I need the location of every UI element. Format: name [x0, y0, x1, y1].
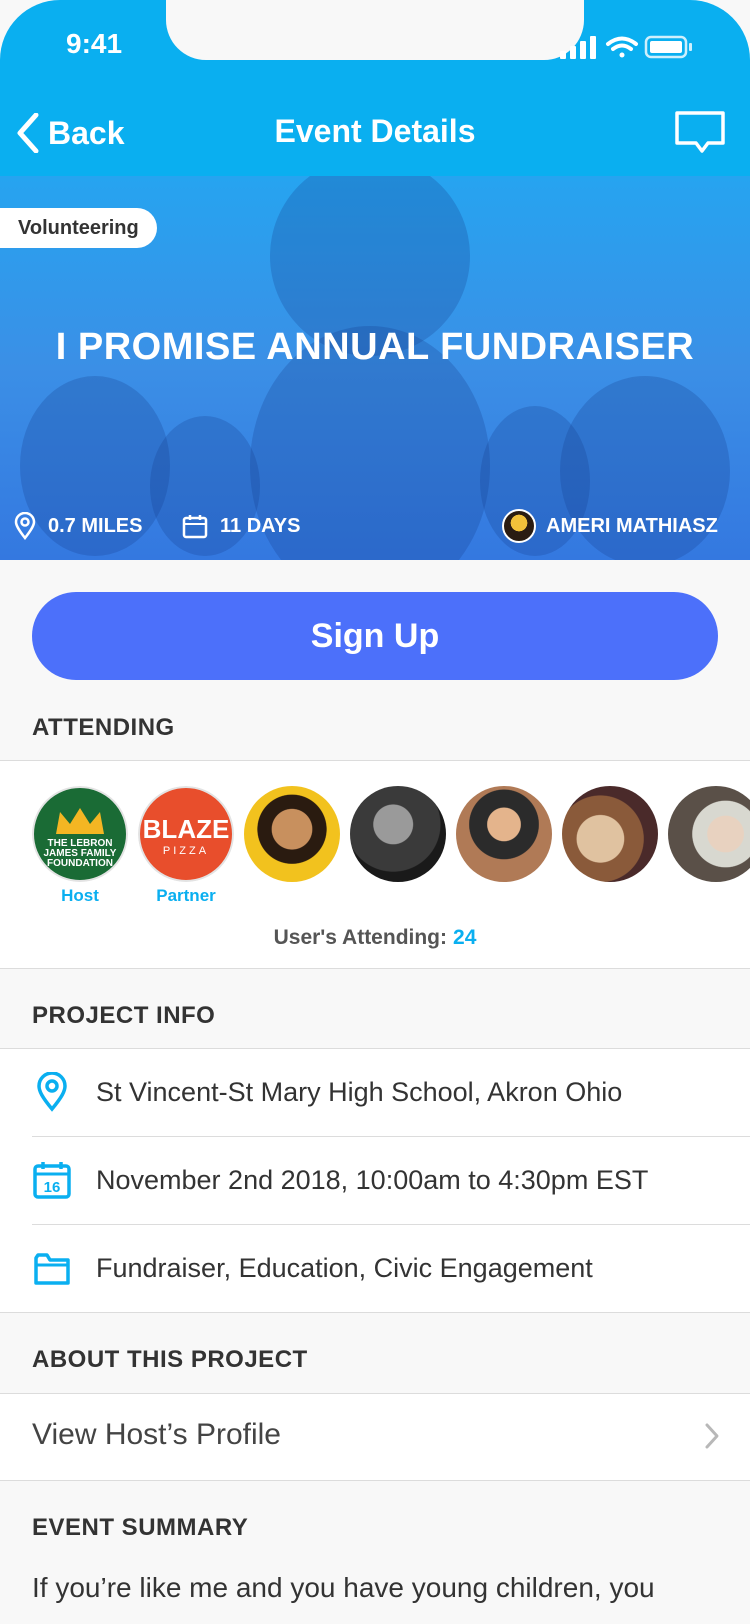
host-name: AMERI MATHIASZ — [546, 514, 718, 537]
cellular-signal-icon — [560, 36, 596, 59]
event-summary-text: If you’re like me and you have young chi… — [32, 1572, 655, 1603]
days-meta: 11 DAYS — [182, 511, 300, 541]
datetime-text: November 2nd 2018, 10:00am to 4:30pm EST — [96, 1164, 649, 1195]
host-label: Host — [61, 886, 99, 905]
battery-icon — [644, 35, 692, 59]
view-host-profile-link: View Host’s Profile — [32, 1418, 281, 1451]
svg-text:FOUNDATION: FOUNDATION — [47, 858, 113, 869]
project-info-heading: PROJECT INFO — [32, 1002, 216, 1029]
sign-up-button[interactable]: Sign Up — [32, 592, 718, 680]
message-icon[interactable] — [674, 110, 726, 154]
chevron-right-icon — [705, 1423, 719, 1449]
partner-logo-avatar[interactable]: BLAZE PIZZA — [138, 786, 234, 882]
location-pin-icon — [37, 1072, 67, 1112]
device-notch — [166, 0, 584, 60]
status-icons — [560, 35, 692, 59]
svg-text:16: 16 — [44, 1179, 61, 1196]
tags-row[interactable]: Fundraiser, Education, Civic Engagement — [0, 1224, 750, 1312]
status-time: 9:41 — [66, 28, 123, 59]
event-summary-heading: EVENT SUMMARY — [32, 1514, 249, 1541]
folder-icon — [34, 1253, 70, 1285]
attending-count-label: User's Attending: — [273, 926, 448, 949]
distance-text: 0.7 MILES — [48, 514, 143, 537]
distance-meta: 0.7 MILES — [14, 511, 142, 541]
calendar-icon — [182, 515, 208, 539]
attendee-avatar[interactable] — [244, 786, 340, 882]
divider — [0, 1480, 750, 1481]
attending-count: User's Attending: 24 — [0, 926, 750, 950]
days-text: 11 DAYS — [220, 514, 301, 537]
attendee-avatar[interactable] — [562, 786, 658, 882]
datetime-row[interactable]: 16 November 2nd 2018, 10:00am to 4:30pm … — [0, 1136, 750, 1224]
attending-heading: ATTENDING — [32, 714, 175, 741]
partner-label: Partner — [156, 886, 216, 905]
location-row[interactable]: St Vincent-St Mary High School, Akron Oh… — [0, 1048, 750, 1136]
host-meta[interactable]: AMERI MATHIASZ — [502, 509, 718, 543]
about-heading: ABOUT THIS PROJECT — [32, 1346, 308, 1373]
view-host-profile-row[interactable]: View Host’s Profile — [0, 1394, 750, 1480]
location-pin-icon — [14, 512, 36, 540]
calendar-icon: 16 — [33, 1162, 71, 1199]
event-hero: Volunteering I PROMISE ANNUAL FUNDRAISER… — [0, 176, 750, 560]
host-logo-avatar[interactable]: THE LEBRON JAMES FAMILY FOUNDATION — [32, 786, 128, 882]
svg-text:BLAZE: BLAZE — [143, 814, 230, 844]
attendee-avatar[interactable] — [350, 786, 446, 882]
wifi-icon — [606, 36, 638, 58]
svg-text:PIZZA: PIZZA — [163, 845, 209, 857]
tags-text: Fundraiser, Education, Civic Engagement — [96, 1252, 593, 1283]
nav-bar: Back Event Details — [0, 108, 750, 158]
page-title: Event Details — [274, 113, 476, 149]
host-avatar — [502, 509, 536, 543]
event-title: I PROMISE ANNUAL FUNDRAISER — [55, 326, 695, 368]
category-tag: Volunteering — [0, 208, 157, 248]
divider — [0, 968, 750, 969]
attending-count-number: 24 — [453, 926, 477, 949]
location-text: St Vincent-St Mary High School, Akron Oh… — [96, 1076, 623, 1107]
divider — [0, 1312, 750, 1313]
divider — [0, 760, 750, 761]
attendee-avatar[interactable] — [456, 786, 552, 882]
